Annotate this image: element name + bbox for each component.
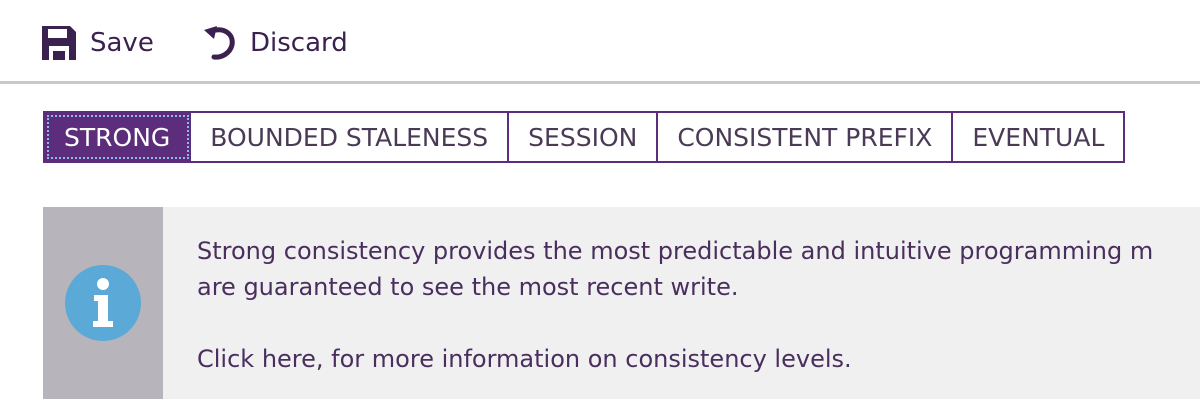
info-line-2: are guaranteed to see the most recent wr… xyxy=(197,273,739,301)
more-info-link[interactable]: Click here, for more information on cons… xyxy=(197,341,852,377)
save-label: Save xyxy=(90,28,154,58)
info-icon xyxy=(65,265,141,341)
info-panel: Strong consistency provides the most pre… xyxy=(43,207,1200,399)
info-description: Strong consistency provides the most pre… xyxy=(197,233,1200,305)
tab-bounded-staleness[interactable]: BOUNDED STALENESS xyxy=(191,113,510,161)
info-panel-side xyxy=(43,207,163,399)
save-icon xyxy=(42,26,76,60)
command-bar: Save Discard xyxy=(0,0,1200,84)
discard-button[interactable]: Discard xyxy=(200,22,348,64)
undo-icon xyxy=(204,26,235,60)
tab-eventual[interactable]: EVENTUAL xyxy=(953,113,1124,161)
save-button[interactable]: Save xyxy=(40,22,154,64)
discard-label: Discard xyxy=(250,28,348,58)
tab-consistent-prefix[interactable]: CONSISTENT PREFIX xyxy=(658,113,954,161)
tab-strong[interactable]: STRONG xyxy=(45,113,192,161)
consistency-tabs: STRONG BOUNDED STALENESS SESSION CONSIST… xyxy=(43,111,1126,163)
tab-session[interactable]: SESSION xyxy=(509,113,659,161)
info-line-1: Strong consistency provides the most pre… xyxy=(197,237,1154,265)
